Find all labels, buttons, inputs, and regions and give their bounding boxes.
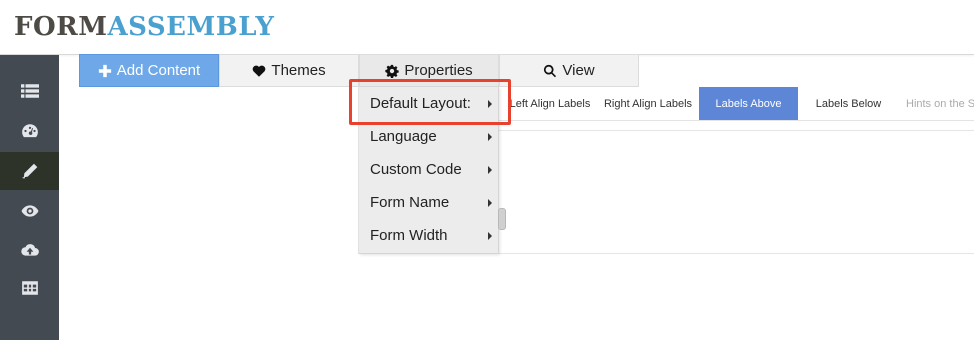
labels-below-option[interactable]: Labels Below: [799, 87, 898, 120]
left-align-labels-option[interactable]: Left Align Labels: [504, 87, 596, 120]
divider: [498, 130, 974, 131]
properties-label: Properties: [404, 62, 473, 79]
labels-above-option[interactable]: Labels Above: [699, 87, 798, 120]
search-icon: [544, 64, 557, 77]
cloud-upload-icon: [20, 244, 39, 256]
plus-icon: [98, 64, 111, 77]
heart-icon: [253, 65, 266, 77]
sidebar-item-dashboard[interactable]: [0, 112, 59, 150]
add-content-label: Add Content: [116, 62, 201, 79]
dashboard-icon: [21, 124, 38, 138]
menu-item-label: Language: [370, 128, 437, 145]
submenu-arrow-icon: [488, 198, 492, 207]
hints-option[interactable]: Hints on the S: [898, 87, 974, 120]
menu-item-label: Custom Code: [370, 161, 462, 178]
themes-button[interactable]: Themes: [219, 54, 359, 87]
eye-icon: [21, 205, 38, 217]
menu-item-label: Form Name: [370, 194, 450, 211]
view-button[interactable]: View: [499, 54, 639, 87]
sidebar-item-responses[interactable]: [0, 269, 59, 307]
menu-item-form-width[interactable]: Form Width: [359, 219, 498, 252]
menu-item-form-name[interactable]: Form Name: [359, 186, 498, 219]
view-label: View: [562, 62, 595, 79]
sidebar-item-edit[interactable]: [0, 152, 59, 190]
sidebar-item-list[interactable]: [0, 72, 59, 110]
submenu-arrow-icon: [488, 165, 492, 174]
top-header: FORMASSEMBLY: [0, 0, 974, 55]
menu-item-label: Form Width: [370, 227, 448, 244]
submenu-arrow-icon: [488, 132, 492, 141]
sidebar: [0, 55, 59, 340]
themes-label: Themes: [271, 62, 326, 79]
list-icon: [20, 84, 39, 98]
highlight-annotation: [349, 79, 511, 125]
pencil-icon: [22, 163, 37, 179]
resize-handle[interactable]: [498, 208, 506, 230]
table-icon: [21, 281, 38, 295]
menu-item-custom-code[interactable]: Custom Code: [359, 153, 498, 186]
sidebar-item-preview[interactable]: [0, 192, 59, 230]
divider: [498, 253, 974, 254]
submenu-arrow-icon: [488, 231, 492, 240]
sidebar-item-publish[interactable]: [0, 231, 59, 269]
form-assembly-logo[interactable]: FORMASSEMBLY: [14, 12, 274, 42]
gear-icon: [385, 64, 399, 78]
layout-options-bar: Left Align Labels Right Align Labels Lab…: [498, 87, 974, 121]
add-content-button[interactable]: Add Content: [79, 54, 219, 87]
right-align-labels-option[interactable]: Right Align Labels: [598, 87, 698, 120]
